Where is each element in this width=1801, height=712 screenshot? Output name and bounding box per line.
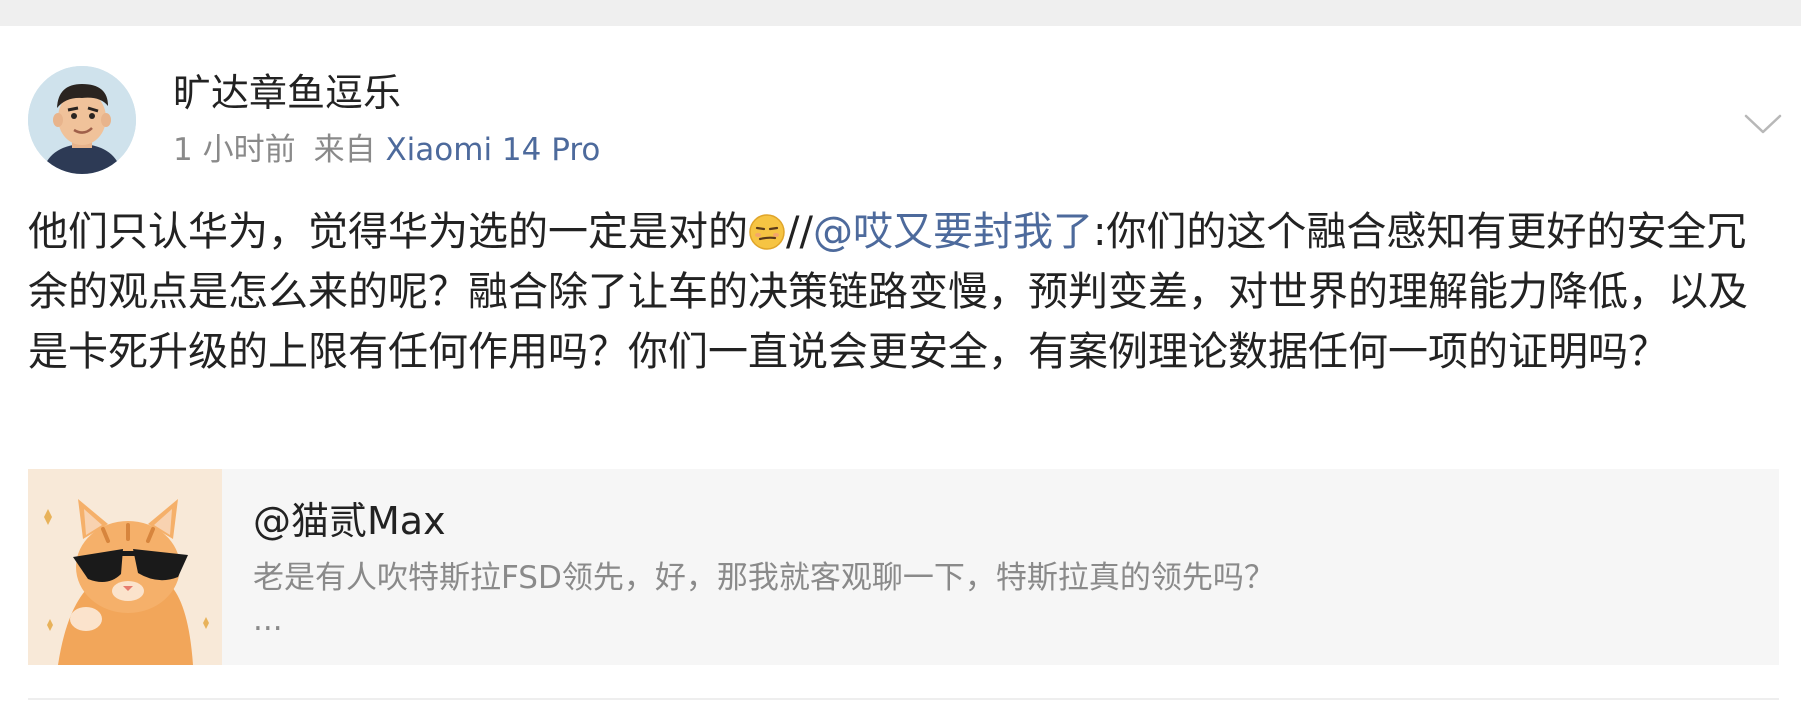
quoted-post[interactable]: @猫贰Max 老是有人吹特斯拉FSD领先，好，那我就客观聊一下，特斯拉真的领先吗… <box>28 469 1779 665</box>
author-name[interactable]: 旷达章鱼逗乐 <box>173 68 401 118</box>
smirk-emoji-icon <box>748 208 786 250</box>
top-separator-band <box>0 0 1801 26</box>
source-device-link[interactable]: Xiaomi 14 Pro <box>385 132 600 168</box>
mention-link[interactable]: @哎又要封我了 <box>813 209 1093 255</box>
chevron-down-icon[interactable] <box>1742 108 1784 138</box>
divider <box>28 698 1779 700</box>
repost-slashes: // <box>786 209 813 255</box>
quoted-post-ellipsis: ... <box>253 602 283 638</box>
post-text-part1: 他们只认华为，觉得华为选的一定是对的 <box>28 209 748 255</box>
weibo-post-card: 旷达章鱼逗乐 1 小时前 来自 Xiaomi 14 Pro 他们只认华为，觉得华为… <box>0 26 1801 712</box>
quoted-post-text: 老是有人吹特斯拉FSD领先，好，那我就客观聊一下，特斯拉真的领先吗？ <box>253 560 1275 596</box>
quoted-author-name[interactable]: @猫贰Max <box>253 497 446 545</box>
source-prefix: 来自 <box>313 132 376 168</box>
post-meta: 1 小时前 来自 Xiaomi 14 Pro <box>173 129 600 171</box>
quoted-post-thumbnail[interactable] <box>28 469 222 665</box>
post-body: 他们只认华为，觉得华为选的一定是对的//@哎又要封我了:你们的这个融合感知有更好… <box>28 202 1773 382</box>
post-time: 1 小时前 <box>173 132 296 168</box>
avatar[interactable] <box>28 66 136 174</box>
